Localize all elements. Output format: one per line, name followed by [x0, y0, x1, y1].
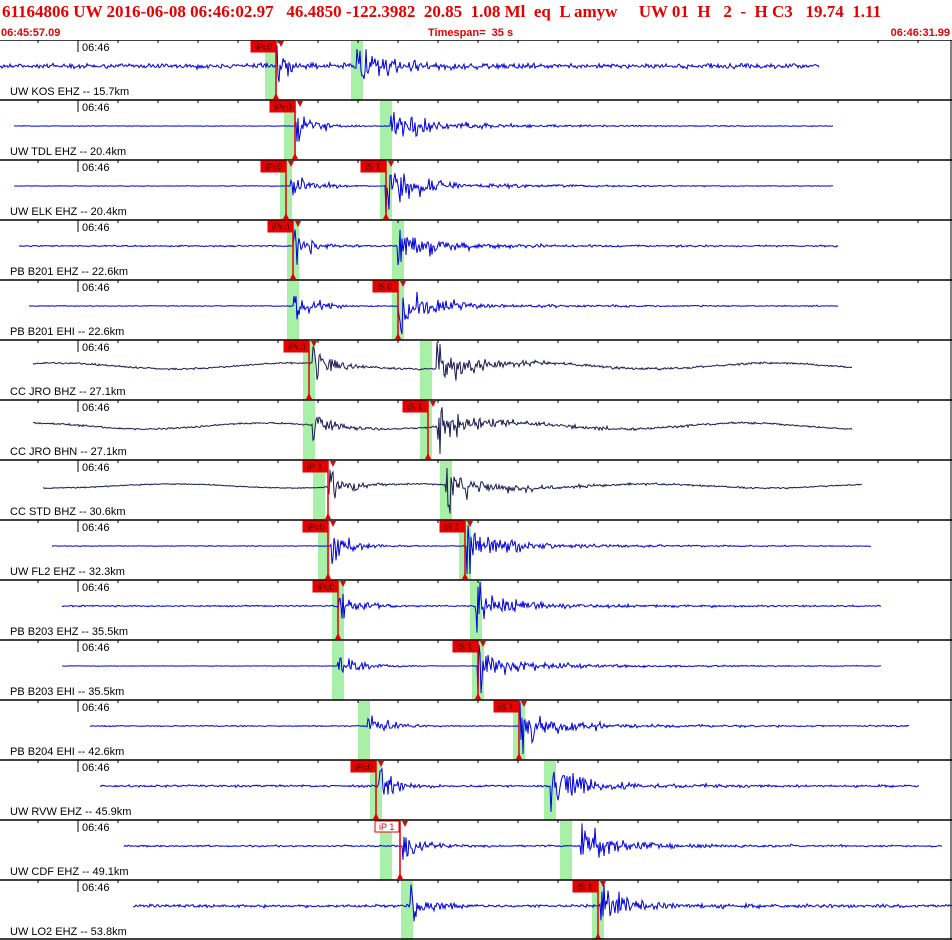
minute-time-label: 06:46: [82, 642, 110, 654]
pick-label: iPc0: [265, 162, 283, 172]
minute-time-label: 06:46: [82, 882, 110, 894]
pick-label: iPc0: [355, 762, 373, 772]
station-label: UW FL2 EHZ -- 32.3km: [10, 566, 125, 578]
trace-row[interactable]: 06:46 iS 0 PB B201 EHI -- 22.6km: [0, 279, 952, 340]
end-time-label: 06:46:31.99: [890, 27, 950, 39]
trace-row[interactable]: 06:46 iPc0 UW RVW EHZ -- 45.9km: [0, 759, 952, 820]
seismic-waveform: [123, 823, 943, 860]
trace-row[interactable]: 06:46 iS 1 CC JRO BHN -- 27.1km: [0, 399, 952, 460]
pick-label: iPc0: [288, 342, 306, 352]
seismic-waveform: [43, 467, 863, 514]
seismic-waveform: [99, 767, 920, 812]
station-label: PB B201 EHZ -- 22.6km: [10, 266, 128, 278]
minute-time-label: 06:46: [82, 762, 110, 774]
pick-marker-top: [330, 461, 336, 467]
minute-time-label: 06:46: [82, 282, 110, 294]
station-label: UW CDF EHZ -- 49.1km: [10, 866, 129, 878]
pick-label: iP 1: [307, 462, 322, 472]
trace-row[interactable]: 06:46 iPc0 iS 1 UW ELK EHZ -- 20.4km: [0, 159, 952, 220]
trace-row[interactable]: 06:46 iS 1 PB B203 EHI -- 35.5km: [0, 639, 952, 700]
pick-label: iS 1: [444, 522, 460, 532]
station-label: UW ELK EHZ -- 20.4km: [10, 206, 127, 218]
pick-label: iPc0: [272, 222, 290, 232]
station-label: UW KOS EHZ -- 15.7km: [10, 86, 129, 98]
pick-window: [560, 821, 572, 880]
minute-time-label: 06:46: [82, 402, 110, 414]
trace-row[interactable]: 06:46 iP 1 CC STD BHZ -- 30.6km: [0, 459, 952, 520]
seismic-waveform: [13, 173, 834, 215]
timespan-label: Timespan= 35 s: [428, 27, 514, 39]
pick-label: iS 1: [498, 702, 514, 712]
event-header: 61164806 UW 2016-06-08 06:46:02.97 46.48…: [0, 0, 952, 40]
minute-time-label: 06:46: [82, 822, 110, 834]
pick-window: [380, 101, 392, 160]
trace-row[interactable]: 06:46 iPc0 iS 1 UW FL2 EHZ -- 32.3km: [0, 519, 952, 580]
pick-window: [420, 341, 432, 400]
pick-label: iP 1: [379, 822, 394, 832]
minute-time-label: 06:46: [82, 462, 110, 474]
trace-row[interactable]: 06:46 iPc0 CC JRO BHZ -- 27.1km: [0, 339, 952, 400]
minute-time-label: 06:46: [82, 582, 110, 594]
pick-window: [358, 701, 370, 760]
seismic-waveform: [32, 407, 853, 455]
pick-window: [287, 281, 299, 340]
minute-time-label: 06:46: [82, 222, 110, 234]
station-label: CC JRO BHN -- 27.1km: [10, 446, 127, 458]
minute-time-label: 06:46: [82, 702, 110, 714]
trace-row[interactable]: 06:46 iS 1 PB B204 EHI -- 42.6km: [0, 699, 952, 760]
trace-row[interactable]: 06:46 iS 1 UW LO2 EHZ -- 53.8km: [0, 879, 952, 940]
pick-label: iPc0: [274, 102, 292, 112]
pick-marker-bottom: [397, 873, 403, 879]
trace-row[interactable]: 06:46 iPc0 PB B201 EHZ -- 22.6km: [0, 219, 952, 280]
pick-label: iS 0: [377, 282, 393, 292]
station-label: PB B204 EHI -- 42.6km: [10, 746, 124, 758]
pick-marker-top: [330, 521, 336, 527]
pick-window: [303, 401, 315, 460]
pick-label: iS 1: [457, 642, 473, 652]
minute-time-label: 06:46: [82, 522, 110, 534]
minute-time-label: 06:46: [82, 162, 110, 174]
seismic-waveform: [19, 229, 839, 266]
event-summary-line: 61164806 UW 2016-06-08 06:46:02.97 46.48…: [2, 2, 882, 21]
pick-label: iS 1: [577, 882, 593, 892]
minute-time-label: 06:46: [82, 102, 110, 114]
seismic-waveform: [28, 291, 839, 335]
pick-label: iS 1: [407, 402, 423, 412]
seismic-waveform: [0, 45, 820, 83]
trace-row[interactable]: 06:46 iPc0 UW TDL EHZ -- 20.4km: [0, 99, 952, 160]
pick-label: iS 1: [365, 162, 381, 172]
trace-row[interactable]: 06:46 iPc0 UW KOS EHZ -- 15.7km: [0, 40, 952, 100]
station-label: UW RVW EHZ -- 45.9km: [10, 806, 131, 818]
station-label: PB B203 EHZ -- 35.5km: [10, 626, 128, 638]
station-label: CC JRO BHZ -- 27.1km: [10, 386, 126, 398]
seismic-waveform: [13, 111, 834, 142]
start-time-label: 06:45:57.09: [1, 27, 61, 39]
pick-marker-top: [402, 821, 408, 827]
seismic-waveform: [132, 883, 952, 922]
pick-marker-top: [297, 101, 303, 107]
station-label: PB B203 EHI -- 35.5km: [10, 686, 124, 698]
station-label: CC STD BHZ -- 30.6km: [10, 506, 126, 518]
trace-row[interactable]: 06:46 iP 1 UW CDF EHZ -- 49.1km: [0, 819, 952, 880]
trace-row[interactable]: 06:46 iPc0 PB B203 EHZ -- 35.5km: [0, 579, 952, 640]
station-label: UW LO2 EHZ -- 53.8km: [10, 926, 127, 938]
pick-label: iPc0: [317, 582, 335, 592]
pick-label: iPc0: [255, 42, 273, 52]
pick-marker-top: [278, 41, 284, 47]
seismic-waveform: [32, 342, 853, 381]
pick-label: iPc0: [307, 522, 325, 532]
station-label: PB B201 EHI -- 22.6km: [10, 326, 124, 338]
station-label: UW TDL EHZ -- 20.4km: [10, 146, 126, 158]
waveform-panel[interactable]: 06:46 iPc0 UW KOS EHZ -- 15.7km 06:46 iPc0 UW…: [0, 40, 952, 940]
pick-marker-bottom: [325, 513, 331, 519]
minute-time-label: 06:46: [82, 342, 110, 354]
pick-window: [392, 221, 404, 280]
minute-time-label: 06:46: [82, 42, 110, 54]
